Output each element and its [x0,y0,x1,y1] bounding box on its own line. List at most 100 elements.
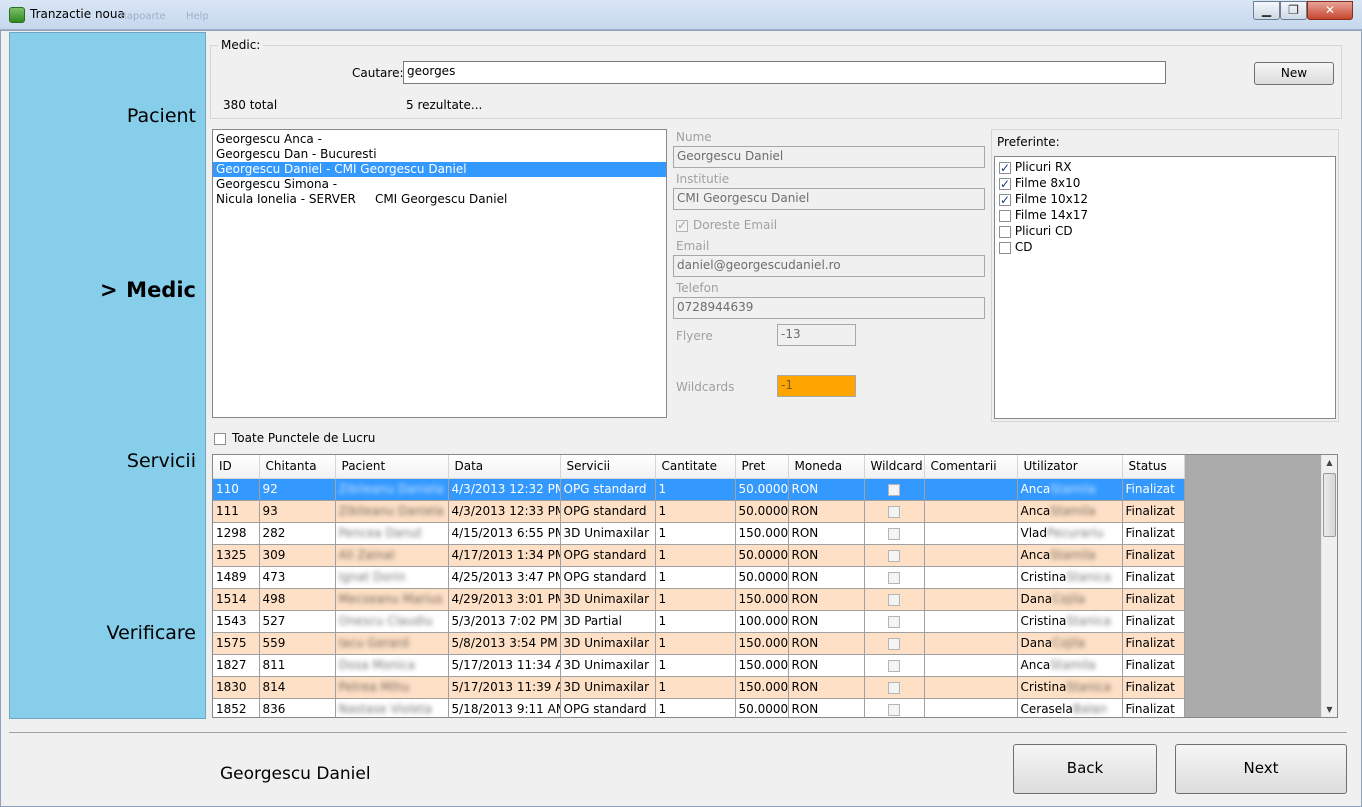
table-row[interactable]: 1575 559 Iacu Gerard 5/8/2013 3:54 PM 3D Uni… [213,632,1185,655]
checkbox-icon [676,218,688,232]
wildcard-checkbox[interactable] [888,483,900,496]
cell-utilizator: VladPecurariu [1017,522,1123,545]
table-row[interactable]: 1852 836 Nastase Violeta 5/18/2013 9:11 AM O… [213,698,1185,717]
email-field: daniel@georgescudaniel.ro [673,255,985,277]
cell-wildcard [864,698,925,717]
table-row[interactable]: 1543 527 Onescu Claudiu 5/3/2013 7:02 PM 3D … [213,610,1185,633]
scroll-thumb[interactable] [1323,473,1336,537]
checkbox-icon[interactable] [999,209,1011,222]
table-row[interactable]: 1827811Dosa Monica 5/17/2013 11:34 AM3D U… [213,654,1185,677]
table-row[interactable]: 1830814Petrea Mihu 5/17/2013 11:39 AM3D U… [213,676,1185,699]
wildcard-checkbox[interactable] [888,505,900,518]
nume-label: Nume [676,130,712,144]
pref-item-filme-8x10[interactable]: Filme 8x10 [999,175,1335,192]
wildcard-checkbox[interactable] [888,681,900,694]
column-header-servicii[interactable]: Servicii [560,455,656,479]
column-header-chitanta[interactable]: Chitanta [259,455,336,479]
pacient-name-blurred: Nastase Violeta [338,702,433,716]
cell-servicii: OPG standard [560,478,656,501]
checkbox-icon[interactable] [999,192,1011,208]
column-header-pacient[interactable]: Pacient [335,455,449,479]
cell-moneda: RON [788,676,865,699]
cell-cantitate: 1 [655,500,736,523]
toate-punctele-checkbox[interactable] [214,431,226,445]
list-item[interactable]: Georgescu Anca - [213,132,666,147]
checkbox-icon[interactable] [214,432,226,445]
pref-item-plicuri-cd[interactable]: Plicuri CD [999,223,1335,239]
utilizator-first-name: Anca [1020,504,1051,518]
institutie-field: CMI Georgescu Daniel [673,188,985,210]
cell-wildcard [864,566,925,589]
wildcard-checkbox[interactable] [888,637,900,650]
cell-status: Finalizat [1122,500,1185,523]
list-item-selected[interactable]: Georgescu Daniel - CMI Georgescu Daniel [213,162,666,177]
maximize-button[interactable]: ❐ [1280,1,1307,20]
table-row[interactable]: 1298 282 Pencea Danut 4/15/2013 6:55 PM 3D U… [213,522,1185,545]
wildcard-checkbox[interactable] [888,615,900,628]
utilizator-last-name-blurred: Pecurariu [1047,526,1104,540]
pref-item-filme-10x12[interactable]: Filme 10x12 [999,191,1335,208]
table-row-selected[interactable]: 110 92 Zibileanu Daniela 4/3/2013 12:32 PM O… [213,478,1185,501]
pref-item-filme-14x17[interactable]: Filme 14x17 [999,207,1335,223]
cell-id: 1325 [213,544,260,567]
table-row[interactable]: 1514 498 Mecseanu Marius 4/29/2013 3:01 PM 3… [213,588,1185,611]
wildcard-checkbox[interactable] [888,703,900,716]
cell-chitanta: 811 [259,654,336,677]
pacient-name-blurred: Ignat Dorin [338,570,406,584]
column-header-pret[interactable]: Pret [735,455,789,479]
column-header-data[interactable]: Data [448,455,561,479]
restore-icon: ❐ [1288,3,1299,17]
pacient-name-blurred: Mecseanu Marius [338,592,443,606]
pref-label: Filme 14x17 [1014,208,1089,222]
wildcard-checkbox[interactable] [888,659,900,672]
utilizator-first-name: Anca [1020,482,1051,496]
column-header-comentarii[interactable]: Comentarii [924,455,1018,479]
grid-vertical-scrollbar[interactable]: ▲ ▼ [1321,455,1337,717]
cell-id: 1852 [213,698,260,717]
cell-pacient: Mecseanu Marius [335,588,449,611]
close-button[interactable]: ✕ [1307,1,1353,20]
checkbox-icon[interactable] [999,160,1011,176]
back-button[interactable]: Back [1013,744,1157,794]
column-header-wildcard[interactable]: Wildcard [864,455,925,479]
minimize-button[interactable]: ▁ [1253,1,1280,20]
new-medic-button[interactable]: New [1254,62,1334,85]
medic-list[interactable]: Georgescu Anca - Georgescu Dan - Bucures… [212,129,667,418]
cell-status: Finalizat [1122,566,1185,589]
cell-data: 5/3/2013 7:02 PM [448,610,561,633]
transactions-grid[interactable]: ID Chitanta Pacient Data Servicii Cantitate Pr… [212,454,1338,718]
column-header-cantitate[interactable]: Cantitate [655,455,736,479]
wildcard-checkbox[interactable] [888,593,900,606]
pacient-name-blurred: Onescu Claudiu [338,614,433,628]
cell-id: 1830 [213,676,260,699]
cell-comentarii [924,610,1018,633]
cell-utilizator: CeraselaBalan [1017,698,1123,717]
next-button[interactable]: Next [1175,744,1347,794]
pref-item-plicuri-rx[interactable]: Plicuri RX [999,159,1335,176]
table-row[interactable]: 111 93 Zibileanu Daniela 4/3/2013 12:33 PM O… [213,500,1185,523]
checkbox-icon[interactable] [999,241,1011,254]
scroll-down-icon[interactable]: ▼ [1322,702,1337,717]
cell-comentarii [924,588,1018,611]
checkbox-icon[interactable] [999,225,1011,238]
table-row[interactable]: 1489 473 Ignat Dorin 4/25/2013 3:47 PM OPG s… [213,566,1185,589]
scroll-up-icon[interactable]: ▲ [1322,455,1337,470]
search-input[interactable]: georges [403,61,1166,84]
column-header-moneda[interactable]: Moneda [788,455,865,479]
table-row[interactable]: 1325 309 Ali Zainal 4/17/2013 1:34 PM OPG st… [213,544,1185,567]
pref-label: Filme 8x10 [1014,176,1081,190]
checkbox-icon[interactable] [999,176,1011,192]
column-header-id[interactable]: ID [213,455,260,479]
pref-item-cd[interactable]: CD [999,239,1335,255]
active-step-marker: > [100,278,118,302]
cell-comentarii [924,478,1018,501]
wildcard-checkbox[interactable] [888,571,900,584]
list-item[interactable]: Nicula Ionelia - SERVER CMI Georgescu Da… [213,192,666,207]
cell-id: 1514 [213,588,260,611]
wildcard-checkbox[interactable] [888,527,900,540]
column-header-status[interactable]: Status [1122,455,1185,479]
list-item[interactable]: Georgescu Simona - [213,177,666,192]
column-header-utilizator[interactable]: Utilizator [1017,455,1123,479]
wildcard-checkbox[interactable] [888,549,900,562]
list-item[interactable]: Georgescu Dan - Bucuresti [213,147,666,162]
